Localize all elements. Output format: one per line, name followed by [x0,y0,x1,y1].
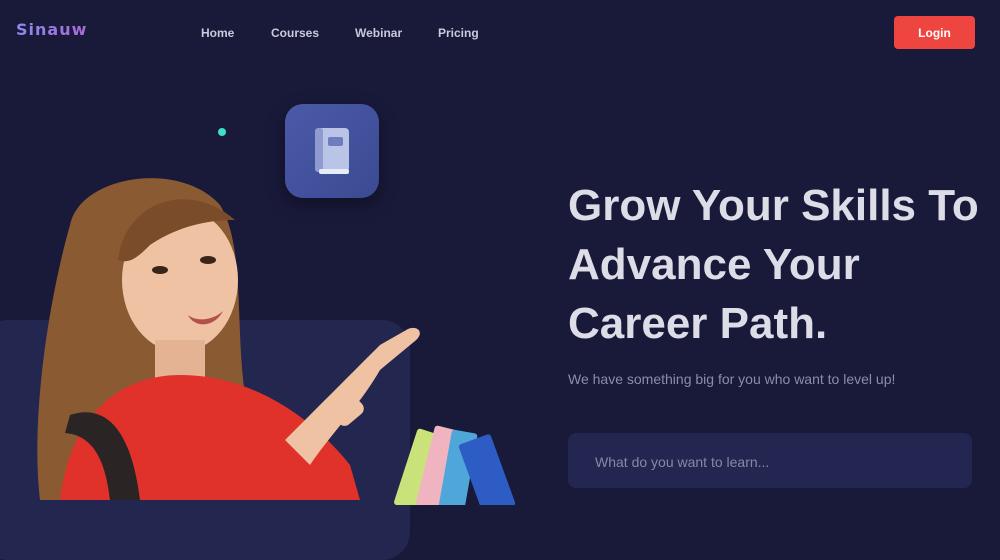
hero-subtitle: We have something big for you who want t… [568,371,896,387]
nav-pricing[interactable]: Pricing [438,26,479,40]
decorative-dot [218,128,226,136]
search-input[interactable] [593,451,957,473]
hero-title-line: Career Path. [568,299,828,348]
main-nav: Home Courses Webinar Pricing [0,26,600,42]
login-button[interactable]: Login [894,16,975,49]
nav-webinar[interactable]: Webinar [355,26,402,40]
hero-student-photo [37,178,516,505]
nav-home[interactable]: Home [201,26,234,40]
search-bar[interactable] [568,433,972,488]
hero-title: Grow Your Skills To Advance Your Career … [568,176,998,353]
hero-title-line: Advance Your [568,240,860,289]
hero-title-line: Grow Your Skills To [568,181,979,230]
nav-courses[interactable]: Courses [271,26,319,40]
